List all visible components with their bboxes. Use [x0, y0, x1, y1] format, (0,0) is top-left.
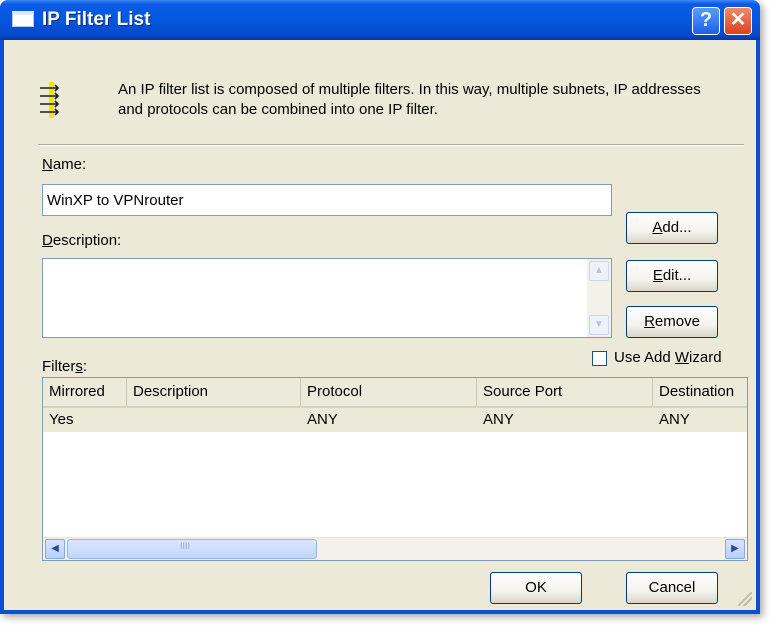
scroll-right-icon[interactable]: ▶: [725, 539, 745, 559]
ip-filter-list-dialog: IP Filter List ? ✕ An IP filter list is …: [0, 0, 760, 614]
description-scrollbar[interactable]: ▲ ▼: [587, 259, 611, 337]
window-icon: [12, 11, 34, 27]
close-button[interactable]: ✕: [724, 7, 752, 35]
dialog-body: An IP filter list is composed of multipl…: [4, 40, 756, 610]
name-label: Name:: [42, 156, 86, 173]
scroll-up-icon[interactable]: ▲: [589, 261, 609, 281]
name-label-accel: N: [42, 156, 53, 173]
column-header-protocol[interactable]: Protocol: [301, 378, 477, 406]
cancel-button[interactable]: Cancel: [626, 572, 718, 604]
name-label-text: ame:: [52, 156, 87, 173]
remove-accel: R: [644, 313, 655, 330]
column-header-source-port[interactable]: Source Port: [477, 378, 653, 406]
scroll-down-icon[interactable]: ▼: [589, 315, 609, 335]
info-text: An IP filter list is composed of multipl…: [118, 81, 701, 118]
filters-label-pre: Filter: [42, 358, 76, 375]
wizard-label-post: izard: [689, 349, 722, 366]
filters-list[interactable]: Mirrored Description Protocol Source Por…: [42, 377, 748, 561]
edit-label: dit...: [662, 267, 692, 284]
resize-grip-icon[interactable]: [738, 592, 752, 606]
add-button[interactable]: Add...: [626, 212, 718, 244]
add-accel: A: [652, 219, 663, 236]
add-label: dd...: [662, 219, 692, 236]
remove-button[interactable]: Remove: [626, 306, 718, 338]
cell-mirrored: Yes: [49, 411, 74, 428]
description-textarea[interactable]: ▲ ▼: [42, 258, 612, 338]
wizard-label-accel: W: [674, 349, 690, 366]
use-add-wizard-checkbox[interactable]: [592, 351, 607, 366]
column-header-description[interactable]: Description: [127, 378, 301, 406]
cell-protocol: ANY: [307, 411, 338, 428]
description-label-accel: D: [42, 232, 53, 249]
filter-list-icon: [40, 82, 60, 118]
separator: [38, 144, 744, 146]
help-button[interactable]: ?: [692, 7, 720, 35]
edit-button[interactable]: Edit...: [626, 260, 718, 292]
wizard-label-pre: Use Add: [614, 349, 675, 366]
column-header-destination[interactable]: Destination: [653, 378, 747, 406]
title-bar[interactable]: IP Filter List ? ✕: [0, 0, 760, 40]
list-header: Mirrored Description Protocol Source Por…: [43, 378, 747, 408]
filters-label-accel: s: [75, 358, 83, 375]
ok-button[interactable]: OK: [490, 572, 582, 604]
scroll-thumb[interactable]: IIII: [67, 539, 317, 559]
table-row[interactable]: Yes ANY ANY ANY: [43, 408, 747, 432]
cell-destination: ANY: [659, 411, 690, 428]
remove-label: emove: [654, 313, 700, 330]
list-horizontal-scrollbar[interactable]: ◀ IIII ▶: [43, 537, 747, 560]
cell-description: [127, 408, 133, 432]
filters-label-post: :: [82, 358, 88, 375]
use-add-wizard-label[interactable]: Use Add Wizard: [614, 349, 722, 366]
cell-source-port: ANY: [483, 411, 514, 428]
edit-accel: E: [652, 267, 663, 284]
name-input[interactable]: [42, 184, 612, 216]
scroll-left-icon[interactable]: ◀: [45, 539, 65, 559]
column-header-mirrored[interactable]: Mirrored: [43, 378, 127, 406]
scroll-thumb-grip: IIII: [180, 541, 191, 551]
description-label: Description:: [42, 232, 121, 249]
filters-label: Filters:: [42, 358, 87, 375]
window-title: IP Filter List: [42, 9, 151, 30]
description-label-text: escription:: [52, 232, 122, 249]
